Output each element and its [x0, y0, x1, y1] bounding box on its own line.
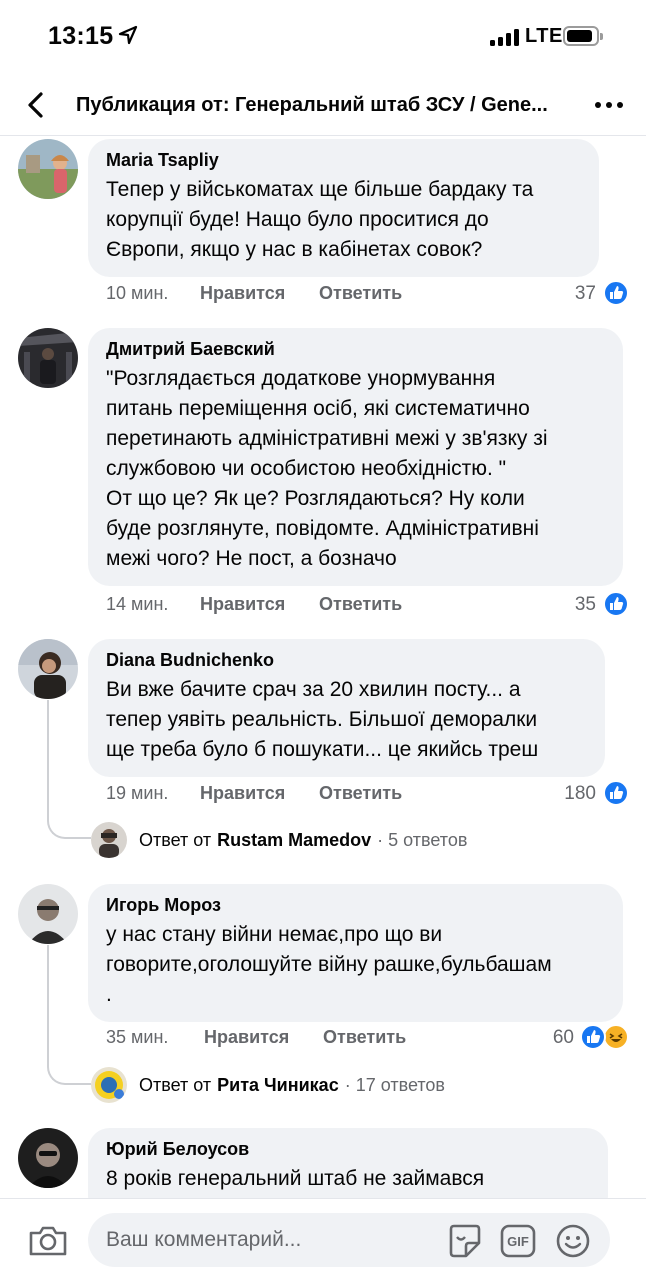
reply-author: Rustam Mamedov [217, 829, 372, 850]
comment-actions: 14 мин. Нравится Ответить [106, 594, 426, 620]
thread-line [47, 945, 91, 1085]
comment-composer: GIF [0, 1198, 646, 1280]
like-reaction-icon [603, 280, 629, 306]
location-arrow-icon [118, 25, 138, 45]
like-button[interactable]: Нравится [204, 1027, 289, 1048]
more-dots-icon[interactable] [595, 102, 623, 108]
page-title: Публикация от: Генеральний штаб ЗСУ / Ge… [76, 94, 548, 116]
reply-author: Рита Чиникас [217, 1074, 339, 1095]
network-label: LTE [525, 25, 563, 47]
reaction-count[interactable]: 35 [540, 594, 596, 616]
reaction-count[interactable]: 60 [520, 1027, 574, 1049]
reply-button[interactable]: Ответить [319, 783, 402, 804]
avatar[interactable] [18, 639, 78, 699]
avatar [91, 1067, 127, 1103]
reaction-count[interactable]: 180 [540, 783, 596, 805]
like-button[interactable]: Нравится [200, 783, 285, 804]
avatar [91, 822, 127, 858]
avatar[interactable] [18, 884, 78, 944]
comment-text: "Розглядається додаткове унормування пит… [106, 367, 548, 570]
avatar[interactable] [18, 139, 78, 199]
sticker-icon[interactable] [447, 1223, 483, 1259]
comment-text: Ви вже бачите срач за 20 хвилин посту...… [106, 678, 539, 761]
svg-text:GIF: GIF [507, 1234, 529, 1249]
reply-count: · 17 ответов [344, 1074, 445, 1095]
comment-bubble: Игорь Мороз у нас стану війни немає,про … [88, 884, 623, 1022]
comment-bubble: Maria Tsapliy Тепер у військоматах ще бі… [88, 139, 599, 277]
comment-bubble: Дмитрий Баевский "Розглядається додатков… [88, 328, 623, 586]
back-chevron-icon[interactable] [20, 89, 52, 121]
like-reaction-icon [603, 780, 629, 806]
comment-author[interactable]: Maria Tsapliy [106, 149, 581, 171]
reply-button[interactable]: Ответить [319, 594, 402, 615]
like-button[interactable]: Нравится [200, 594, 285, 615]
post-header: Публикация от: Генеральний штаб ЗСУ / Ge… [0, 76, 646, 136]
emoji-icon[interactable] [555, 1223, 591, 1259]
camera-icon[interactable] [28, 1225, 68, 1257]
status-bar: 13:15 LTE [0, 0, 646, 76]
reply-prefix: Ответ от [139, 829, 212, 850]
status-time: 13:15 [48, 22, 114, 50]
gif-icon[interactable]: GIF [500, 1223, 536, 1259]
signal-icon [490, 29, 519, 46]
battery-icon [563, 26, 603, 46]
comment-author[interactable]: Дмитрий Баевский [106, 338, 605, 360]
comment-time[interactable]: 10 мин. [106, 283, 168, 304]
comment-actions: 19 мин. Нравится Ответить [106, 783, 426, 809]
avatar[interactable] [18, 328, 78, 388]
comment-actions: 35 мин. Нравится Ответить [106, 1027, 426, 1053]
comment-text: у нас стану війни немає,про що ви говори… [106, 923, 552, 1006]
comment-author[interactable]: Юрий Белоусов [106, 1138, 590, 1160]
comment-author[interactable]: Diana Budnichenko [106, 649, 587, 671]
comment-author[interactable]: Игорь Мороз [106, 894, 605, 916]
like-reaction-icon [603, 591, 629, 617]
thread-line [47, 700, 91, 839]
view-replies-link[interactable]: Ответ от Rustam Mamedov · 5 ответов [91, 822, 467, 858]
comment-time[interactable]: 19 мин. [106, 783, 168, 804]
reply-button[interactable]: Ответить [319, 283, 402, 304]
comment-time[interactable]: 35 мин. [106, 1027, 168, 1048]
reaction-count[interactable]: 37 [540, 283, 596, 305]
comment-actions: 10 мин. Нравится Ответить [106, 283, 426, 309]
comment-bubble: Diana Budnichenko Ви вже бачите срач за … [88, 639, 605, 777]
view-replies-link[interactable]: Ответ от Рита Чиникас · 17 ответов [91, 1067, 445, 1103]
reply-count: · 5 ответов [377, 829, 468, 850]
comment-text: Тепер у військоматах ще більше бардаку т… [106, 178, 534, 261]
like-reaction-icon [580, 1024, 606, 1050]
haha-reaction-icon [603, 1024, 629, 1050]
comment-time[interactable]: 14 мин. [106, 594, 168, 615]
comment-text: 8 років генеральний штаб не займався [106, 1167, 485, 1190]
reply-prefix: Ответ от [139, 1074, 212, 1095]
avatar[interactable] [18, 1128, 78, 1188]
reply-button[interactable]: Ответить [323, 1027, 406, 1048]
like-button[interactable]: Нравится [200, 283, 285, 304]
